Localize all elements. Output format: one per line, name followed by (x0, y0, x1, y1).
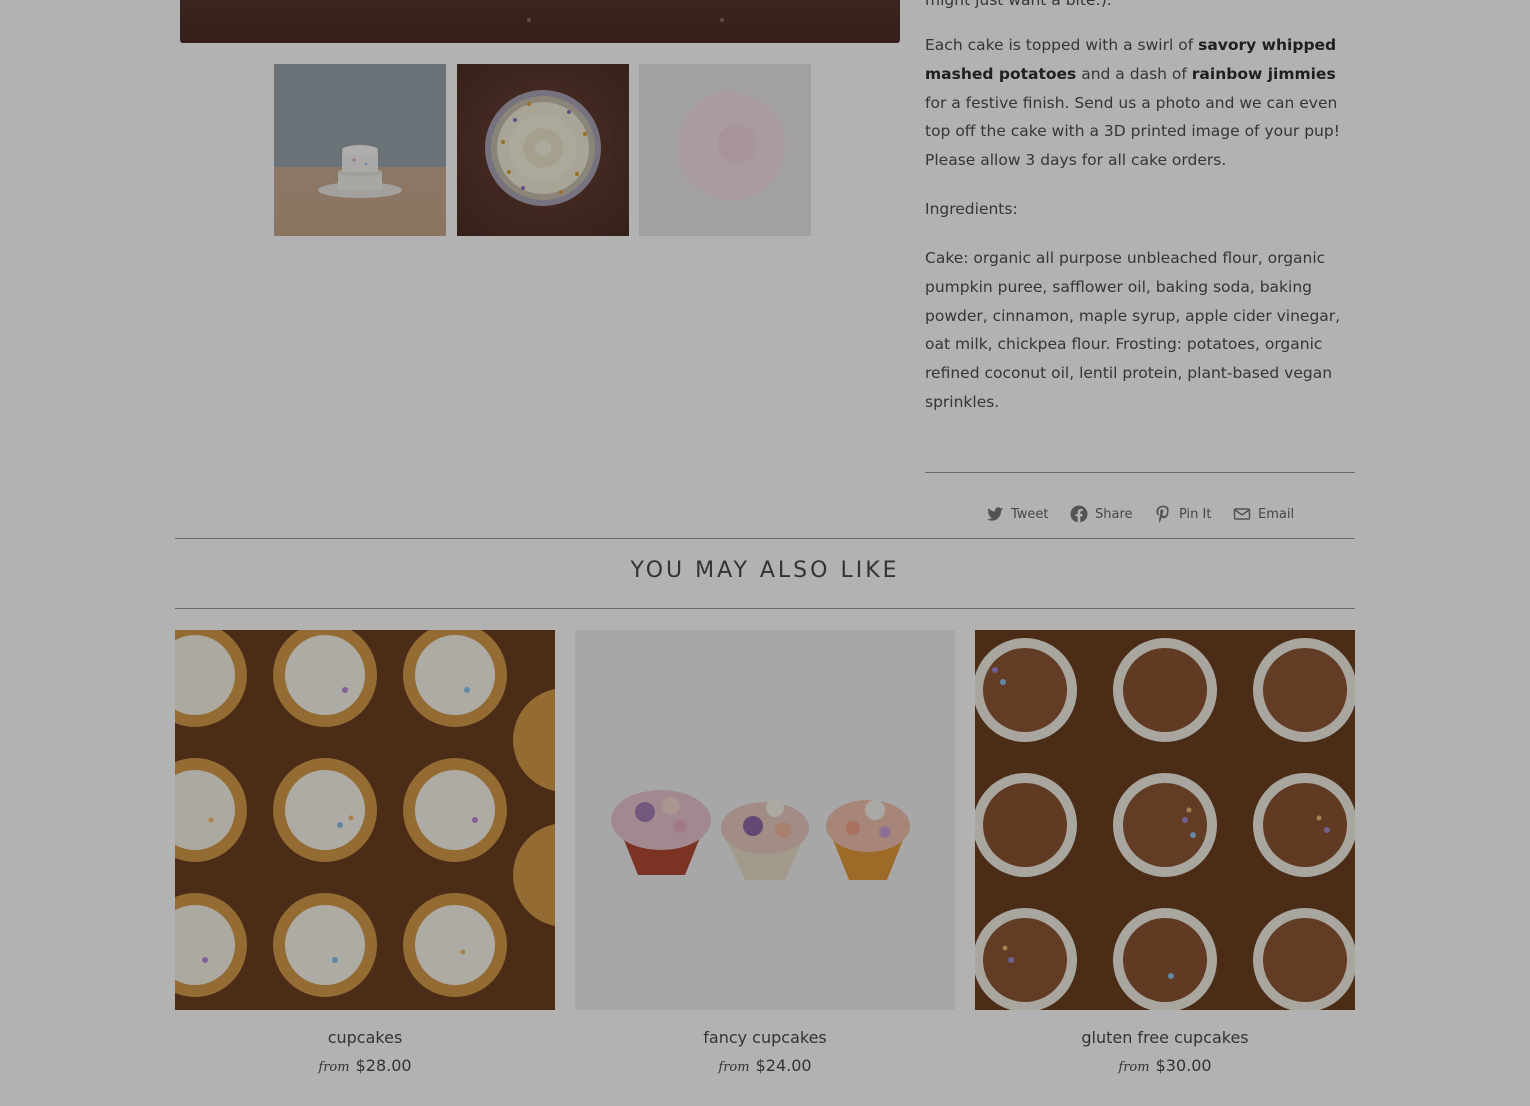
product-name[interactable]: gluten free cupcakes (975, 1028, 1355, 1047)
email-label: Email (1258, 506, 1295, 522)
tweet-button[interactable]: Tweet (985, 500, 1049, 528)
pin-it-button[interactable]: Pin It (1153, 500, 1211, 528)
section-divider-bottom (175, 608, 1355, 609)
twitter-icon (986, 507, 1004, 521)
ingredients-text: Cake: organic all purpose unbleached flo… (925, 249, 1341, 411)
description-paragraph: Each cake is topped with a swirl of savo… (925, 36, 1340, 170)
carousel-dot (527, 18, 531, 22)
email-button[interactable]: Email (1232, 500, 1294, 528)
thumbnail-2[interactable] (457, 64, 629, 236)
product-price: from $30.00 (975, 1056, 1355, 1075)
bold-rainbow-jimmies: rainbow jimmies (1191, 64, 1336, 83)
price-value: $30.00 (1155, 1056, 1212, 1075)
section-divider-top (175, 538, 1355, 539)
product-price: from $24.00 (575, 1056, 955, 1075)
price-from-label: from (718, 1060, 750, 1075)
price-from-label: from (318, 1060, 350, 1075)
carousel-dot (720, 18, 724, 22)
product-name[interactable]: cupcakes (175, 1028, 555, 1047)
facebook-icon (1070, 505, 1088, 523)
price-value: $28.00 (355, 1056, 412, 1075)
product-image-gluten-free-cupcakes[interactable] (975, 630, 1355, 1010)
price-from-label: from (1118, 1060, 1150, 1075)
product-image-cupcakes[interactable] (175, 630, 555, 1010)
product-image-fancy-cupcakes[interactable] (575, 630, 955, 1010)
tweet-label: Tweet (1011, 506, 1049, 522)
product-name[interactable]: fancy cupcakes (575, 1028, 955, 1047)
thumbnail-3[interactable] (639, 64, 811, 236)
pinterest-icon (1156, 505, 1169, 523)
description-divider (925, 472, 1355, 473)
pin-it-label: Pin It (1179, 506, 1212, 522)
share-button[interactable]: Share (1069, 500, 1133, 528)
product-price: from $28.00 (175, 1056, 555, 1075)
ingredients-label: Ingredients: (925, 200, 1018, 218)
related-products-title: YOU MAY ALSO LIKE (630, 558, 900, 583)
description-top-fragment: might just want a bite:). (925, 0, 1112, 9)
share-label: Share (1095, 506, 1133, 522)
envelope-icon (1233, 508, 1251, 520)
thumbnail-1[interactable] (274, 64, 446, 236)
price-value: $24.00 (755, 1056, 812, 1075)
main-product-image[interactable] (180, 0, 900, 43)
